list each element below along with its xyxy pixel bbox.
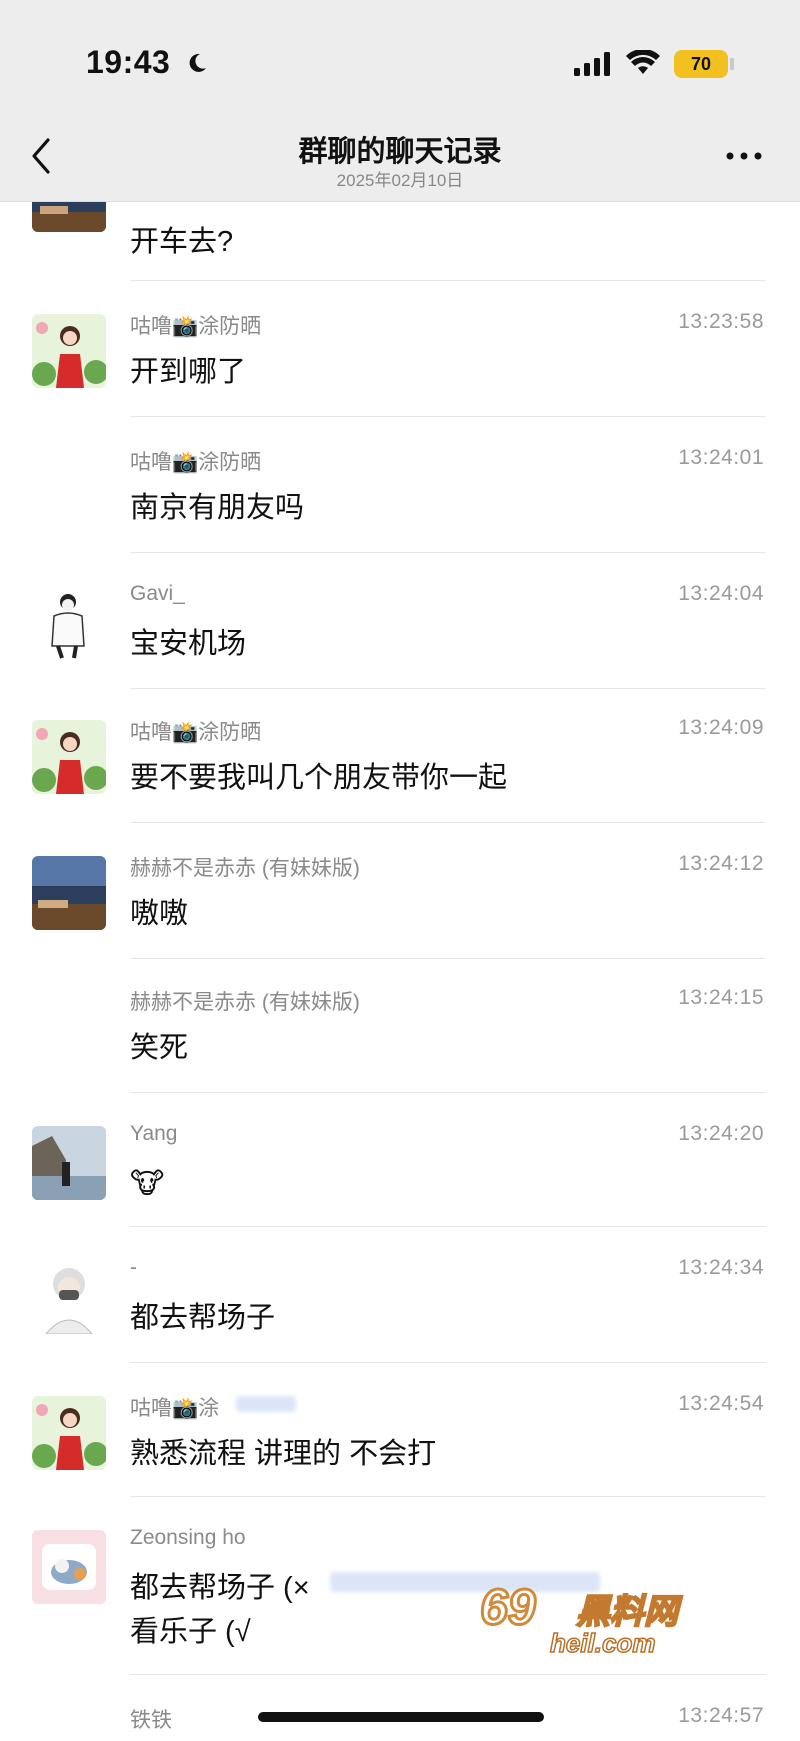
list-item[interactable]: 赫赫不是赤赤 (有妹妹版) 13:24:15 笑死 (0, 986, 800, 1116)
list-item[interactable]: 咕噜📸涂防晒 13:23:58 开到哪了 (0, 310, 800, 440)
avatar[interactable] (32, 720, 106, 794)
divider (130, 1362, 766, 1363)
message-time: 13:24:57 (678, 1704, 764, 1727)
message-text: 熟悉流程 讲理的 不会打 (130, 1438, 437, 1470)
list-item[interactable]: 开车去? (0, 202, 800, 310)
message-text: 🐮 (130, 1168, 165, 1200)
avatar[interactable] (32, 1530, 106, 1604)
nav-bar: 群聊的聊天记录 2025年02月10日 (0, 110, 800, 202)
list-item[interactable]: 赫赫不是赤赤 (有妹妹版) 13:24:12 嗷嗷 (0, 852, 800, 982)
message-text: 南京有朋友吗 (130, 492, 305, 524)
girl-red-dress-avatar-icon (32, 314, 106, 388)
girl-red-dress-avatar-icon (32, 720, 106, 794)
message-time: 13:24:54 (678, 1392, 764, 1415)
girl-red-dress-avatar-icon (32, 1396, 106, 1470)
watermark-logo: 69 黑料网 heil.com (479, 1578, 730, 1668)
avatar[interactable] (32, 1260, 106, 1334)
message-text-line2: 看乐子 (√ (130, 1616, 251, 1648)
sender-name: 咕噜📸涂防晒 (130, 721, 262, 744)
lake-scene-avatar-icon (32, 856, 106, 930)
cat-card-avatar-icon (32, 1530, 106, 1604)
watermark-domain: heil.com (549, 1627, 656, 1659)
message-text: 开到哪了 (130, 356, 247, 388)
more-icon[interactable] (724, 144, 764, 168)
message-text: 嗷嗷 (130, 898, 189, 930)
message-time: 13:24:09 (678, 716, 764, 739)
sender-name: 赫赫不是赤赤 (有妹妹版) (130, 857, 360, 880)
message-text: 宝安机场 (130, 628, 247, 660)
divider (130, 552, 766, 553)
battery-icon: 70 (674, 50, 728, 78)
masked-boy-avatar-icon (32, 1260, 106, 1334)
lake-scene-avatar-icon (32, 202, 106, 232)
message-time: 13:24:01 (678, 446, 764, 469)
status-time: 19:43 (86, 44, 171, 80)
divider (130, 822, 766, 823)
chat-record-list[interactable]: 开车去? 咕噜📸涂防晒 13:23:58 开到哪了 咕噜📸涂防晒 13:24:0… (0, 202, 800, 1741)
avatar[interactable] (32, 1396, 106, 1470)
divider (130, 416, 766, 417)
avatar[interactable] (32, 202, 106, 232)
list-item[interactable]: 咕噜📸涂 13:24:54 熟悉流程 讲理的 不会打 (0, 1392, 800, 1522)
blurred-region (236, 1396, 296, 1412)
message-text: 要不要我叫几个朋友带你一起 (130, 762, 508, 794)
message-time: 13:24:34 (678, 1256, 764, 1279)
watermark-number: 69 (479, 1578, 538, 1637)
divider (130, 688, 766, 689)
avatar[interactable] (32, 856, 106, 930)
avatar[interactable] (32, 314, 106, 388)
divider (130, 1092, 766, 1093)
sender-name: 咕噜📸涂防晒 (130, 451, 262, 474)
sender-name: - (130, 1256, 137, 1279)
sender-name: 铁铁 (130, 1709, 172, 1732)
divider (130, 1226, 766, 1227)
message-time: 13:23:58 (678, 310, 764, 333)
sender-name: 赫赫不是赤赤 (有妹妹版) (130, 991, 360, 1014)
message-time: 13:24:15 (678, 986, 764, 1009)
avatar[interactable] (32, 1126, 106, 1200)
sender-name: 咕噜📸涂 (130, 1397, 220, 1420)
signal-icon (574, 52, 610, 76)
message-text: 笑死 (130, 1032, 189, 1064)
sender-name: 咕噜📸涂防晒 (130, 315, 262, 338)
home-indicator[interactable] (258, 1712, 544, 1722)
moon-icon (189, 53, 206, 72)
sender-name: Yang (130, 1122, 178, 1145)
list-item[interactable]: Yang 13:24:20 🐮 (0, 1122, 800, 1252)
divider (130, 958, 766, 959)
list-item[interactable]: 咕噜📸涂防晒 13:24:01 南京有朋友吗 (0, 446, 800, 576)
sender-name: Zeonsing ho (130, 1526, 246, 1549)
wifi-icon (626, 50, 660, 74)
list-item[interactable]: Gavi_ 13:24:04 宝安机场 (0, 582, 800, 712)
sender-name: Gavi_ (130, 582, 185, 605)
page-subtitle-date: 2025年02月10日 (336, 171, 464, 190)
list-item[interactable]: - 13:24:34 都去帮场子 (0, 1256, 800, 1386)
message-text: 都去帮场子 (130, 1302, 276, 1334)
message-time: 13:24:12 (678, 852, 764, 875)
seaside-rocks-avatar-icon (32, 1126, 106, 1200)
watermark-brand: 黑料网 (575, 1591, 679, 1633)
divider (130, 1496, 766, 1497)
avatar[interactable] (32, 586, 106, 660)
divider (130, 280, 766, 281)
status-bar: 19:43 70 (0, 0, 800, 110)
divider (130, 1674, 766, 1675)
battery-cap (730, 58, 734, 70)
list-item[interactable]: 铁铁 13:24:57 (0, 1704, 800, 1741)
message-text: 都去帮场子 (× (130, 1572, 310, 1604)
message-text: 开车去? (130, 226, 234, 258)
page-title: 群聊的聊天记录 (298, 136, 502, 168)
list-item[interactable]: 咕噜📸涂防晒 13:24:09 要不要我叫几个朋友带你一起 (0, 716, 800, 846)
message-time: 13:24:20 (678, 1122, 764, 1145)
sketch-man-avatar-icon (32, 586, 106, 660)
message-time: 13:24:04 (678, 582, 764, 605)
